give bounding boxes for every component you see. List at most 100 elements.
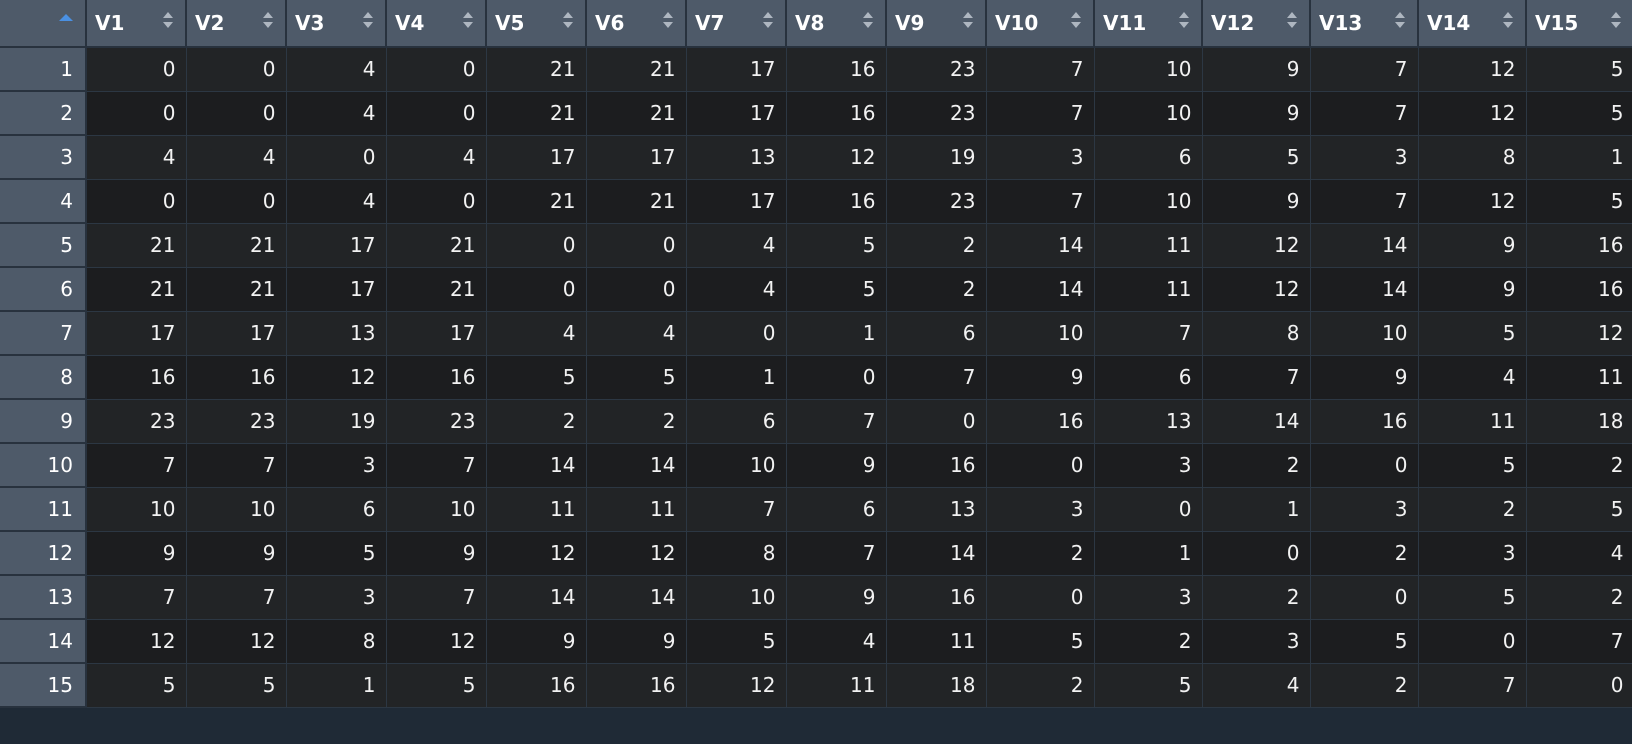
- column-header-v1[interactable]: V1: [86, 0, 187, 48]
- table-cell: 7: [786, 399, 887, 444]
- table-cell: 8: [1202, 311, 1311, 356]
- table-row: 15 5 5 1 5 16 16 12 11 18 2 5 4 2 7 0: [0, 663, 1632, 708]
- table-cell: 0: [1310, 443, 1419, 488]
- table-cell: 3: [986, 135, 1095, 180]
- table-cell: 5: [1418, 443, 1527, 488]
- column-header-v6[interactable]: V6: [586, 0, 687, 48]
- table-cell: 7: [786, 531, 887, 576]
- table-cell: 2: [986, 663, 1095, 708]
- table-cell: 21: [386, 223, 487, 268]
- table-cell: 5: [386, 663, 487, 708]
- column-header-v10[interactable]: V10: [986, 0, 1095, 48]
- sort-arrows-icon[interactable]: [1287, 12, 1297, 32]
- row-names-header[interactable]: [0, 0, 87, 48]
- table-cell: 0: [786, 355, 887, 400]
- sort-arrows-icon[interactable]: [1395, 12, 1405, 32]
- column-header-v3[interactable]: V3: [286, 0, 387, 48]
- table-cell: 0: [486, 267, 587, 312]
- table-cell: 2: [1310, 531, 1419, 576]
- column-header-v5[interactable]: V5: [486, 0, 587, 48]
- table-cell: 13: [886, 487, 987, 532]
- column-header-label: V6: [595, 11, 625, 35]
- table-cell: 3: [1418, 531, 1527, 576]
- sort-arrows-icon[interactable]: [563, 12, 573, 32]
- table-cell: 2: [586, 399, 687, 444]
- table-cell: 11: [1418, 399, 1527, 444]
- table-cell: 4: [286, 179, 387, 224]
- table-cell: 17: [686, 47, 787, 92]
- table-cell: 4: [686, 267, 787, 312]
- table-cell: 9: [186, 531, 287, 576]
- column-header-label: V15: [1535, 11, 1579, 35]
- table-row: 9 23 23 19 23 2 2 6 7 0 16 13 14 16 11 18: [0, 399, 1632, 444]
- table-cell: 3: [1310, 487, 1419, 532]
- table-cell: 1: [1094, 531, 1203, 576]
- sort-arrows-icon[interactable]: [163, 12, 173, 32]
- table-cell: 0: [886, 399, 987, 444]
- column-header-v13[interactable]: V13: [1310, 0, 1419, 48]
- row-name: 9: [0, 399, 87, 444]
- table-cell: 14: [1310, 267, 1419, 312]
- table-cell: 12: [786, 135, 887, 180]
- sort-arrows-icon[interactable]: [1503, 12, 1513, 32]
- column-header-v7[interactable]: V7: [686, 0, 787, 48]
- table-row: 3 4 4 0 4 17 17 13 12 19 3 6 5 3 8 1: [0, 135, 1632, 180]
- table-cell: 17: [286, 267, 387, 312]
- sort-arrows-icon[interactable]: [363, 12, 373, 32]
- table-cell: 7: [186, 575, 287, 620]
- sort-arrows-icon[interactable]: [463, 12, 473, 32]
- table-cell: 11: [1094, 267, 1203, 312]
- table-row: 6 21 21 17 21 0 0 4 5 2 14 11 12 14 9 16: [0, 267, 1632, 312]
- table-cell: 4: [686, 223, 787, 268]
- column-header-label: V1: [95, 11, 125, 35]
- column-header-v14[interactable]: V14: [1418, 0, 1527, 48]
- table-cell: 17: [486, 135, 587, 180]
- table-cell: 7: [1202, 355, 1311, 400]
- column-header-v8[interactable]: V8: [786, 0, 887, 48]
- table-cell: 4: [586, 311, 687, 356]
- sort-arrows-icon[interactable]: [863, 12, 873, 32]
- sort-arrows-icon[interactable]: [963, 12, 973, 32]
- table-cell: 5: [686, 619, 787, 664]
- sort-arrows-icon[interactable]: [763, 12, 773, 32]
- sort-arrows-icon[interactable]: [263, 12, 273, 32]
- sort-arrows-icon[interactable]: [1611, 12, 1621, 32]
- table-cell: 16: [986, 399, 1095, 444]
- sort-arrows-icon[interactable]: [663, 12, 673, 32]
- sort-arrows-icon[interactable]: [1179, 12, 1189, 32]
- table-cell: 7: [886, 355, 987, 400]
- column-header-v11[interactable]: V11: [1094, 0, 1203, 48]
- column-header-label: V13: [1319, 11, 1363, 35]
- table-cell: 7: [186, 443, 287, 488]
- column-header-v15[interactable]: V15: [1526, 0, 1632, 48]
- column-header-v4[interactable]: V4: [386, 0, 487, 48]
- column-header-label: V2: [195, 11, 225, 35]
- column-header-v12[interactable]: V12: [1202, 0, 1311, 48]
- table-cell: 1: [686, 355, 787, 400]
- table-cell: 4: [486, 311, 587, 356]
- table-cell: 23: [86, 399, 187, 444]
- row-name: 3: [0, 135, 87, 180]
- column-header-v9[interactable]: V9: [886, 0, 987, 48]
- table-cell: 4: [86, 135, 187, 180]
- table-cell: 7: [1094, 311, 1203, 356]
- table-body: 1 0 0 4 0 21 21 17 16 23 7 10 9 7 12 5 2 0 0 4 0 21 21 17 16 23 7 1…: [0, 47, 1632, 708]
- table-cell: 14: [986, 223, 1095, 268]
- table-cell: 0: [486, 223, 587, 268]
- sort-arrows-icon[interactable]: [1071, 12, 1081, 32]
- table-row: 11 10 10 6 10 11 11 7 6 13 3 0 1 3 2 5: [0, 487, 1632, 532]
- row-name: 11: [0, 487, 87, 532]
- table-cell: 6: [686, 399, 787, 444]
- table-cell: 4: [386, 135, 487, 180]
- table-cell: 8: [1418, 135, 1527, 180]
- table-cell: 11: [1094, 223, 1203, 268]
- column-header-v2[interactable]: V2: [186, 0, 287, 48]
- table-cell: 12: [586, 531, 687, 576]
- table-cell: 6: [886, 311, 987, 356]
- table-cell: 3: [1094, 575, 1203, 620]
- table-cell: 17: [186, 311, 287, 356]
- table-cell: 21: [86, 267, 187, 312]
- data-table: V1 V2 V3 V4 V5 V6 V7 V8 V9 V10 V11 V12 V13 V14 V15 100…: [0, 0, 1632, 708]
- table-cell: 3: [986, 487, 1095, 532]
- table-cell: 7: [1526, 619, 1632, 664]
